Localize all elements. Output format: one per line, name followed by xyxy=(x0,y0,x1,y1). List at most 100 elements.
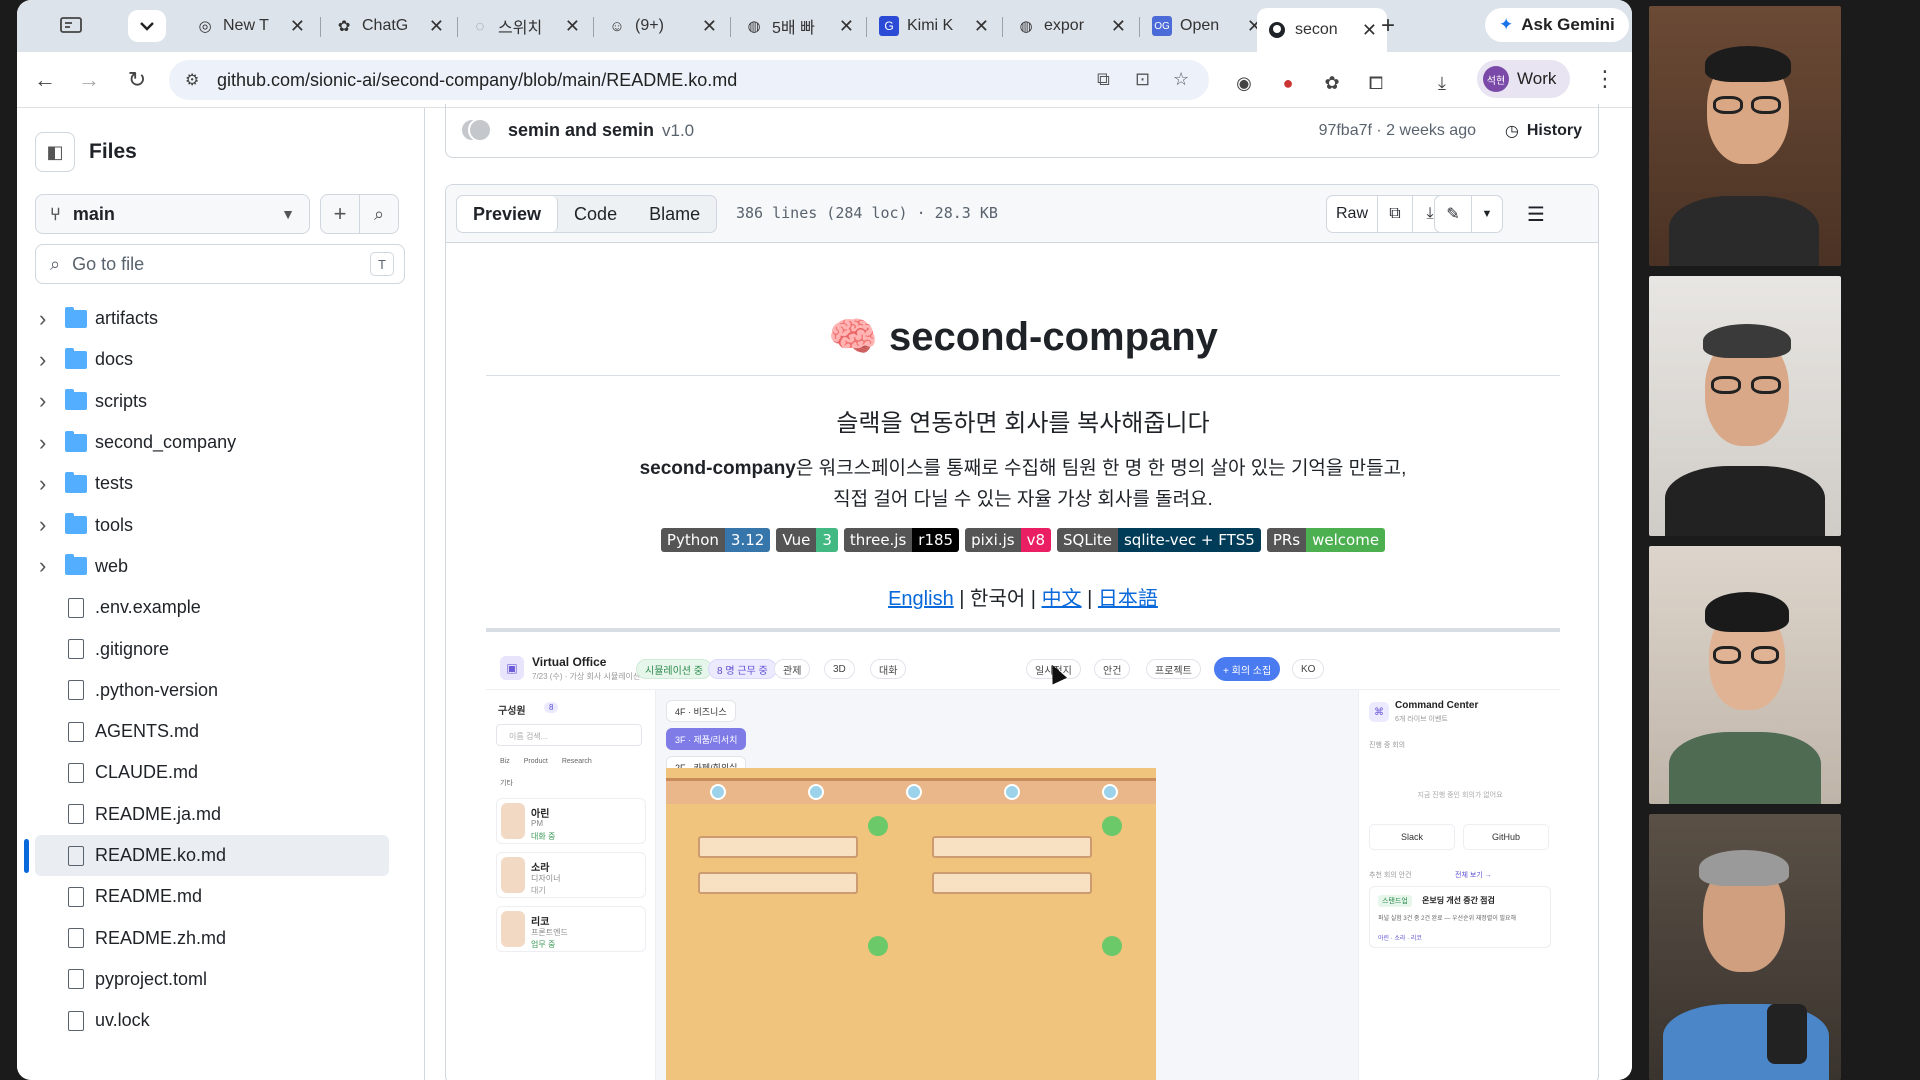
vo-agenda-button[interactable]: 안건 xyxy=(1094,659,1131,679)
tab-new-tab[interactable]: ◎ New T ✕ xyxy=(185,8,315,44)
tab-preview[interactable]: Preview xyxy=(457,196,559,232)
collapse-panel-icon[interactable]: ◧ xyxy=(35,132,75,172)
vo-member-card[interactable]: 리코 프론트엔드 업무 중 xyxy=(496,906,646,952)
tab-notifications[interactable]: ☺ (9+) ✕ xyxy=(597,8,727,44)
tab-blame[interactable]: Blame xyxy=(633,196,716,232)
vo-agenda-link[interactable]: 전체 보기 → xyxy=(1455,870,1492,880)
reload-icon[interactable]: ↻ xyxy=(123,66,151,94)
tab-second-company[interactable]: secon ✕ xyxy=(1257,8,1387,52)
forward-arrow-icon[interactable]: → xyxy=(75,66,103,94)
tree-file[interactable]: .python-version xyxy=(17,670,425,711)
author-avatars[interactable] xyxy=(460,117,494,144)
vo-search-input[interactable]: 이름 검색... xyxy=(496,724,642,746)
commit-message[interactable]: v1.0 xyxy=(662,121,694,141)
chevron-right-icon[interactable]: › xyxy=(39,388,46,414)
commit-authors[interactable]: semin and semin xyxy=(508,120,654,141)
tech-badge[interactable]: PRs welcome xyxy=(1266,528,1386,552)
tree-file[interactable]: AGENTS.md xyxy=(17,711,425,752)
vo-language-select[interactable]: KO xyxy=(1292,659,1325,679)
tree-folder[interactable]: › artifacts xyxy=(17,298,425,339)
site-info-icon[interactable]: ⚙ xyxy=(185,70,199,90)
edit-dropdown-icon[interactable]: ▼ xyxy=(1471,195,1503,233)
history-button[interactable]: ◷ History xyxy=(1505,121,1582,141)
tab-switch[interactable]: ◌ 스위치 ✕ xyxy=(460,8,590,44)
go-to-file-input[interactable]: ⌕ Go to file T xyxy=(35,244,405,284)
chevron-right-icon[interactable]: › xyxy=(39,347,46,373)
tree-file[interactable]: .env.example xyxy=(17,587,425,628)
chevron-right-icon[interactable]: › xyxy=(39,512,46,538)
profile-button[interactable]: 석현 Work xyxy=(1477,60,1571,98)
vo-floor-4f[interactable]: 4F · 비즈니스 xyxy=(666,700,736,722)
tree-file[interactable]: README.ja.md xyxy=(17,794,425,835)
vo-member-card[interactable]: 아린 PM 대화 중 xyxy=(496,798,646,844)
close-tab-icon[interactable]: ✕ xyxy=(702,16,717,37)
tech-badge[interactable]: SQLite sqlite-vec + FTS5 xyxy=(1057,528,1261,552)
chevron-right-icon[interactable]: › xyxy=(39,553,46,579)
vo-github-button[interactable]: GitHub xyxy=(1463,824,1549,850)
tree-file[interactable]: CLAUDE.md xyxy=(17,752,425,793)
tree-file[interactable]: uv.lock xyxy=(17,1000,425,1041)
address-bar[interactable]: ⚙ github.com/sionic-ai/second-company/bl… xyxy=(169,60,1209,100)
tree-folder[interactable]: › scripts xyxy=(17,381,425,422)
video-tile-participant-2[interactable] xyxy=(1649,276,1841,536)
close-tab-icon[interactable]: ✕ xyxy=(565,16,580,37)
tech-badge[interactable]: pixi.js v8 xyxy=(965,528,1052,552)
tab-list-chevron-icon[interactable] xyxy=(128,10,166,42)
tree-file[interactable]: README.zh.md xyxy=(17,917,425,958)
openai-extension-icon[interactable]: ✿ xyxy=(1319,70,1345,96)
vo-agenda-card[interactable]: 스탠드업 온보딩 개선 중간 점검 퍼널 실험 3건 중 2건 완료 — 우선순… xyxy=(1369,886,1551,948)
install-app-icon[interactable]: ⊡ xyxy=(1135,69,1150,90)
tree-file[interactable]: README.md xyxy=(17,876,425,917)
vo-call-meeting-button[interactable]: + 회의 소집 xyxy=(1214,657,1281,681)
tree-folder[interactable]: › web xyxy=(17,546,425,587)
virtual-office-screenshot[interactable]: ▣ Virtual Office 7/23 (수) · 가상 회사 시뮬레이션 … xyxy=(486,648,1560,1080)
outline-list-icon[interactable]: ☰ xyxy=(1516,195,1556,233)
lang-chinese-link[interactable]: 中文 xyxy=(1042,588,1082,610)
search-icon[interactable]: ⌕ xyxy=(359,194,399,234)
close-tab-icon[interactable]: ✕ xyxy=(429,16,444,37)
url-text[interactable]: github.com/sionic-ai/second-company/blob… xyxy=(217,70,737,91)
video-tile-participant-4[interactable] xyxy=(1649,814,1841,1080)
vo-nav-chat[interactable]: 대화 xyxy=(870,659,907,679)
ask-gemini-button[interactable]: ✦ Ask Gemini xyxy=(1485,8,1629,42)
downloads-icon[interactable]: ⤓ xyxy=(1429,70,1455,96)
tab-open[interactable]: OG Open ✕ xyxy=(1142,8,1272,44)
video-tile-participant-1[interactable] xyxy=(1649,6,1841,266)
tab-kimi[interactable]: G Kimi K ✕ xyxy=(869,8,999,44)
edit-pencil-icon[interactable]: ✎ xyxy=(1434,195,1472,233)
copy-icon[interactable]: ⧉ xyxy=(1377,195,1413,233)
branch-selector[interactable]: ⑂ main ▼ xyxy=(35,194,310,234)
tree-folder[interactable]: › tools xyxy=(17,504,425,545)
close-tab-icon[interactable]: ✕ xyxy=(839,16,854,37)
lang-english-link[interactable]: English xyxy=(888,588,954,610)
close-tab-icon[interactable]: ✕ xyxy=(974,16,989,37)
extensions-puzzle-icon[interactable]: ⧠ xyxy=(1363,70,1389,96)
back-arrow-icon[interactable]: ← xyxy=(31,66,59,94)
tree-file[interactable]: pyproject.toml xyxy=(17,959,425,1000)
vo-nav-3d[interactable]: 3D xyxy=(824,659,855,679)
vo-filter-etc[interactable]: 기타 xyxy=(500,778,513,788)
tree-folder[interactable]: › second_company xyxy=(17,422,425,463)
close-tab-icon[interactable]: ✕ xyxy=(1111,16,1126,37)
vo-floor-3f[interactable]: 3F · 제품/리서치 xyxy=(666,728,747,750)
tech-badge[interactable]: Vue 3 xyxy=(776,528,838,552)
vo-project-button[interactable]: 프로젝트 xyxy=(1146,659,1201,679)
tree-file[interactable]: README.ko.md xyxy=(35,834,389,877)
tab-search-icon[interactable] xyxy=(31,10,111,42)
vo-member-card[interactable]: 소라 디자이너 대기 xyxy=(496,852,646,898)
commit-meta[interactable]: 97fba7f · 2 weeks ago xyxy=(1319,122,1476,140)
tech-badge[interactable]: three.js r185 xyxy=(843,528,960,552)
tree-file[interactable]: .gitignore xyxy=(17,628,425,669)
close-tab-icon[interactable]: ✕ xyxy=(1362,20,1377,41)
video-tile-participant-3[interactable] xyxy=(1649,546,1841,804)
browser-menu-icon[interactable]: ⋮ xyxy=(1594,66,1616,92)
tree-folder[interactable]: › docs xyxy=(17,339,425,380)
tab-code[interactable]: Code xyxy=(558,196,633,232)
lang-japanese-link[interactable]: 日本語 xyxy=(1098,588,1158,610)
tab-article[interactable]: ◍ 5배 빠 ✕ xyxy=(734,8,864,44)
translate-icon[interactable]: ⧉ xyxy=(1097,69,1110,90)
tree-folder[interactable]: › tests xyxy=(17,463,425,504)
close-tab-icon[interactable]: ✕ xyxy=(290,16,305,37)
extension-2-icon[interactable]: ● xyxy=(1275,70,1301,96)
tab-chatgpt[interactable]: ✿ ChatG ✕ xyxy=(324,8,454,44)
